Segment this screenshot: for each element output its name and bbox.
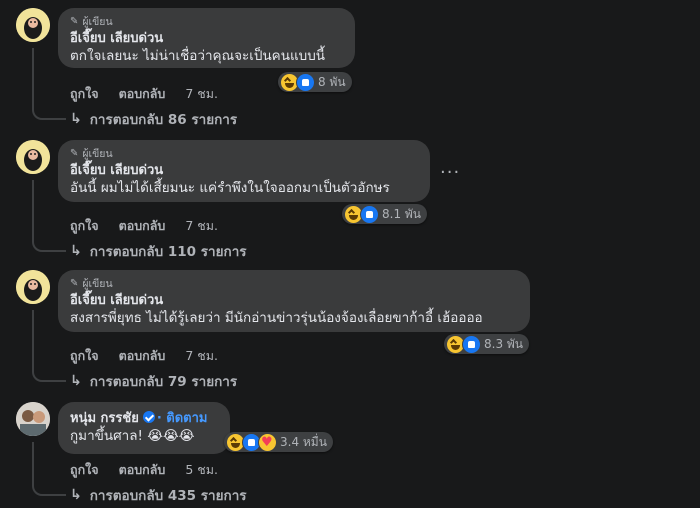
avatar[interactable] bbox=[16, 270, 50, 304]
commenter-name[interactable]: อีเจี๊ยบ เลียบด่วน bbox=[70, 162, 418, 179]
comment-text: ตกใจเลยนะ ไม่น่าเชื่อว่าคุณจะเป็นคนแบบนี… bbox=[70, 48, 326, 64]
comment-actions: ถูกใจ ตอบกลับ 7 ชม. bbox=[70, 84, 238, 104]
reply-button[interactable]: ตอบกลับ bbox=[119, 460, 166, 480]
like-button[interactable]: ถูกใจ bbox=[70, 460, 99, 480]
author-badge: ✎ ผู้เขียน bbox=[70, 16, 113, 28]
like-icon bbox=[296, 72, 315, 92]
pencil-icon: ✎ bbox=[70, 16, 79, 27]
avatar[interactable] bbox=[16, 140, 50, 174]
reaction-summary[interactable]: 8.1 พัน bbox=[342, 204, 428, 224]
reply-button[interactable]: ตอบกลับ bbox=[119, 346, 166, 366]
like-button[interactable]: ถูกใจ bbox=[70, 216, 99, 236]
comment-time[interactable]: 7 ชม. bbox=[185, 346, 218, 366]
reaction-count: 8 พัน bbox=[318, 74, 346, 89]
view-replies-link[interactable]: ↳ การตอบกลับ 435 รายการ bbox=[70, 484, 247, 506]
comment-bubble: ✎ ผู้เขียน อีเจี๊ยบ เลียบด่วน ตกใจเลยนะ ไ… bbox=[58, 8, 355, 68]
like-icon bbox=[462, 334, 481, 354]
commenter-name[interactable]: หนุ่ม กรรชัย · ติดตาม bbox=[70, 408, 218, 427]
author-badge: ✎ ผู้เขียน bbox=[70, 278, 113, 290]
thread-connector bbox=[32, 180, 66, 252]
comment-time[interactable]: 7 ชม. bbox=[185, 84, 218, 104]
follow-button[interactable]: · ติดตาม bbox=[157, 411, 208, 426]
comment-text: กูมาขึ้นศาล! 😭😭😭 bbox=[70, 428, 195, 444]
comment-time[interactable]: 5 ชม. bbox=[185, 460, 218, 480]
comment-text: สงสารพี่ยุทธ ไม่ได้รู้เลยว่า มีนักอ่านข่… bbox=[70, 310, 483, 326]
like-button[interactable]: ถูกใจ bbox=[70, 346, 99, 366]
thread-connector bbox=[32, 442, 66, 496]
reply-button[interactable]: ตอบกลับ bbox=[119, 84, 166, 104]
thread-connector bbox=[32, 48, 66, 120]
reaction-count: 8.1 พัน bbox=[382, 206, 422, 221]
comment-text: อันนี้ ผมไม่ได้เสี้ยมนะ แค่รำพึงในใจออกม… bbox=[70, 180, 390, 196]
pencil-icon: ✎ bbox=[70, 148, 79, 159]
comment-bubble: ✎ ผู้เขียน อีเจี๊ยบ เลียบด่วน สงสารพี่ยุท… bbox=[58, 270, 530, 332]
reaction-count: 3.4 หมื่น bbox=[280, 434, 327, 449]
more-options-icon[interactable]: ··· bbox=[440, 162, 460, 183]
comment-actions: ถูกใจ ตอบกลับ 5 ชม. bbox=[70, 460, 238, 480]
thread-connector bbox=[32, 310, 66, 382]
reply-arrow-icon: ↳ bbox=[70, 487, 82, 503]
reaction-summary[interactable]: 8.3 พัน bbox=[444, 334, 530, 354]
reaction-summary[interactable]: 8 พัน bbox=[278, 72, 352, 92]
avatar[interactable] bbox=[16, 402, 50, 436]
like-button[interactable]: ถูกใจ bbox=[70, 84, 99, 104]
care-icon bbox=[258, 432, 277, 452]
reply-arrow-icon: ↳ bbox=[70, 373, 82, 389]
reply-button[interactable]: ตอบกลับ bbox=[119, 216, 166, 236]
pencil-icon: ✎ bbox=[70, 278, 79, 289]
comment-bubble: หนุ่ม กรรชัย · ติดตาม กูมาขึ้นศาล! 😭😭😭 bbox=[58, 402, 230, 454]
view-replies-link[interactable]: ↳ การตอบกลับ 86 รายการ bbox=[70, 108, 237, 130]
comment-time[interactable]: 7 ชม. bbox=[185, 216, 218, 236]
comment-actions: ถูกใจ ตอบกลับ 7 ชม. bbox=[70, 216, 238, 236]
comment-actions: ถูกใจ ตอบกลับ 7 ชม. bbox=[70, 346, 238, 366]
author-badge: ✎ ผู้เขียน bbox=[70, 148, 113, 160]
reaction-summary[interactable]: 3.4 หมื่น bbox=[224, 432, 333, 452]
reply-arrow-icon: ↳ bbox=[70, 111, 82, 127]
view-replies-link[interactable]: ↳ การตอบกลับ 79 รายการ bbox=[70, 370, 237, 392]
view-replies-link[interactable]: ↳ การตอบกลับ 110 รายการ bbox=[70, 240, 247, 262]
avatar[interactable] bbox=[16, 8, 50, 42]
commenter-name[interactable]: อีเจี๊ยบ เลียบด่วน bbox=[70, 292, 518, 309]
commenter-name[interactable]: อีเจี๊ยบ เลียบด่วน bbox=[70, 30, 343, 47]
verified-badge-icon bbox=[142, 411, 155, 423]
like-icon bbox=[360, 204, 379, 224]
comment-bubble: ✎ ผู้เขียน อีเจี๊ยบ เลียบด่วน อันนี้ ผมไม… bbox=[58, 140, 430, 202]
reply-arrow-icon: ↳ bbox=[70, 243, 82, 259]
reaction-count: 8.3 พัน bbox=[484, 336, 524, 351]
